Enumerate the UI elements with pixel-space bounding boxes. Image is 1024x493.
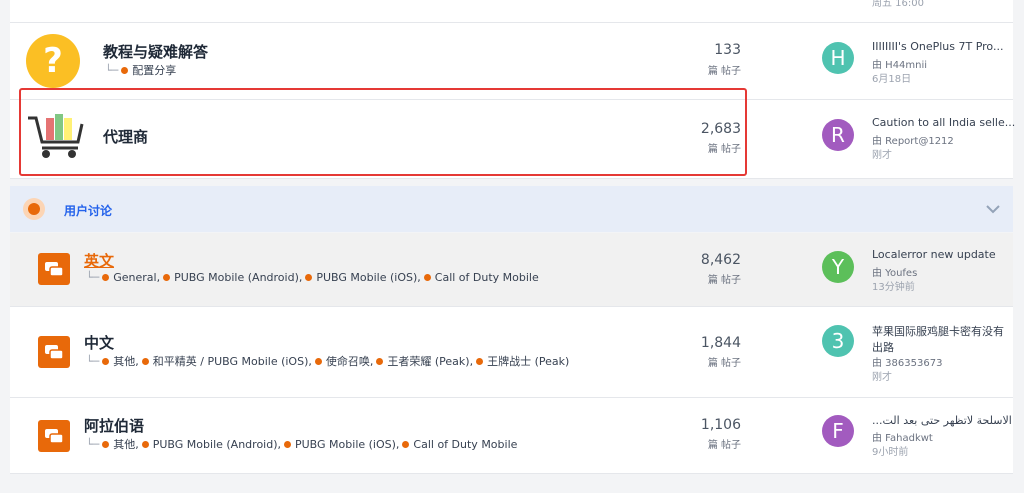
subforum-link[interactable]: PUBG Mobile (iOS), <box>295 438 399 451</box>
last-post-title-continued[interactable]: 出路 <box>872 339 894 355</box>
last-post-time: 13分钟前 <box>872 282 915 293</box>
subforum-dot-icon <box>121 67 129 74</box>
forum-row-chinese[interactable]: 中文 └─ 其他, 和平精英 / PUBG Mobile (iOS), 使命召唤, 王者… <box>10 307 1013 398</box>
highlight-box <box>19 88 747 176</box>
post-count-unit: 篇 帖子 <box>707 66 741 77</box>
forum-title-english[interactable]: 英文 <box>84 250 114 271</box>
avatar[interactable]: 3 <box>822 325 854 357</box>
previous-row-time: 周五 16:00 <box>872 0 924 9</box>
category-title[interactable]: 用户讨论 <box>64 202 112 219</box>
forum-title-chinese[interactable]: 中文 <box>84 332 114 353</box>
forum-row-arabic[interactable]: 阿拉伯语 └─ 其他, PUBG Mobile (Android), PUBG Mob… <box>10 398 1013 474</box>
question-icon: ? <box>26 34 80 88</box>
subforum-dot-icon <box>141 441 149 448</box>
subforum-link[interactable]: 配置分享 <box>132 64 176 77</box>
post-count: 1,844 <box>700 335 741 351</box>
post-count: 133 <box>714 42 741 58</box>
subforum-dot-icon <box>102 274 110 281</box>
last-post-title[interactable]: Localerror new update <box>872 248 996 261</box>
subforum-dot-icon <box>284 441 291 448</box>
subforum-link[interactable]: 其他, <box>113 438 139 451</box>
forum-subforums: └─ 配置分享 <box>105 62 176 78</box>
subforum-dot-icon <box>376 358 384 365</box>
subforum-link[interactable]: Call of Duty Mobile <box>413 438 517 451</box>
chat-bubbles-icon <box>38 336 70 368</box>
subforum-dot-icon <box>163 274 171 281</box>
last-post-time: 刚才 <box>872 150 892 161</box>
subforum-link[interactable]: 使命召唤, <box>326 355 374 368</box>
subforum-link[interactable]: 王牌战士 (Peak) <box>487 355 569 368</box>
forum-subforums: └─ 其他, 和平精英 / PUBG Mobile (iOS), 使命召唤, 王者荣耀 … <box>86 353 569 369</box>
last-post-title[interactable]: 苹果国际服鸡腿卡密有没有 <box>872 323 1004 339</box>
subforum-branch-icon: └─ <box>86 355 100 368</box>
subforum-link[interactable]: PUBG Mobile (Android), <box>174 271 302 284</box>
post-count-unit: 篇 帖子 <box>707 440 741 451</box>
subforum-link[interactable]: 王者荣耀 (Peak), <box>387 355 473 368</box>
avatar[interactable]: H <box>822 42 854 74</box>
last-post-author[interactable]: 由 Fahadkwt <box>872 429 933 444</box>
subforum-link[interactable]: 和平精英 / PUBG Mobile (iOS), <box>153 355 312 368</box>
subforum-link[interactable]: PUBG Mobile (iOS), <box>316 271 420 284</box>
last-post-author[interactable]: 由 386353673 <box>872 354 942 369</box>
subforum-dot-icon <box>305 274 313 281</box>
subforum-dot-icon <box>423 274 431 281</box>
forum-subforums: └─ 其他, PUBG Mobile (Android), PUBG Mobile (… <box>86 436 517 452</box>
post-count-unit: 篇 帖子 <box>707 275 741 286</box>
svg-text:?: ? <box>43 41 63 81</box>
subforum-dot-icon <box>102 358 110 365</box>
subforum-link[interactable]: PUBG Mobile (Android), <box>153 438 281 451</box>
last-post-time: 6月18日 <box>872 74 912 85</box>
last-post-title[interactable]: IIIIIIII's OnePlus 7T Pro... <box>872 40 1003 53</box>
subforum-link[interactable]: General, <box>113 271 160 284</box>
subforum-branch-icon: └─ <box>86 271 100 284</box>
subforum-dot-icon <box>141 358 149 365</box>
category-header[interactable]: 用户讨论 <box>10 186 1013 232</box>
subforum-dot-icon <box>102 441 110 448</box>
last-post-author[interactable]: 由 Report@1212 <box>872 132 954 147</box>
subforum-branch-icon: └─ <box>86 438 100 451</box>
forum-title-tutorials[interactable]: 教程与疑难解答 <box>103 41 208 62</box>
previous-row-strip: 周五 16:00 <box>10 0 1013 23</box>
forum-title-arabic[interactable]: 阿拉伯语 <box>84 415 144 436</box>
last-post-time: 9小时前 <box>872 447 909 458</box>
last-post-title[interactable]: Caution to all India selle... <box>872 116 1015 129</box>
last-post-author[interactable]: 由 H44mnii <box>872 56 927 71</box>
chevron-down-icon[interactable] <box>985 200 1001 219</box>
category-dot-icon <box>23 198 45 220</box>
post-count: 1,106 <box>700 417 741 433</box>
last-post-title[interactable]: ...الاسلحة لاتظهر حتى بعد الت <box>872 414 1012 427</box>
forum-row-english[interactable]: 英文 └─ General, PUBG Mobile (Android), PUBG … <box>10 233 1013 307</box>
subforum-dot-icon <box>402 441 410 448</box>
post-count: 8,462 <box>700 252 741 268</box>
subforum-dot-icon <box>476 358 484 365</box>
avatar[interactable]: Y <box>822 251 854 283</box>
chat-bubbles-icon <box>38 420 70 452</box>
subforum-link[interactable]: 其他, <box>113 355 139 368</box>
last-post-time: 刚才 <box>872 372 892 383</box>
forum-subforums: └─ General, PUBG Mobile (Android), PUBG Mob… <box>86 271 539 284</box>
subforum-dot-icon <box>314 358 322 365</box>
subforum-link[interactable]: Call of Duty Mobile <box>435 271 539 284</box>
chat-bubbles-icon <box>38 253 70 285</box>
subforum-branch-icon: └─ <box>105 64 119 77</box>
avatar[interactable]: R <box>822 119 854 151</box>
avatar[interactable]: F <box>822 415 854 447</box>
post-count-unit: 篇 帖子 <box>707 358 741 369</box>
last-post-author[interactable]: 由 Youfes <box>872 264 917 279</box>
